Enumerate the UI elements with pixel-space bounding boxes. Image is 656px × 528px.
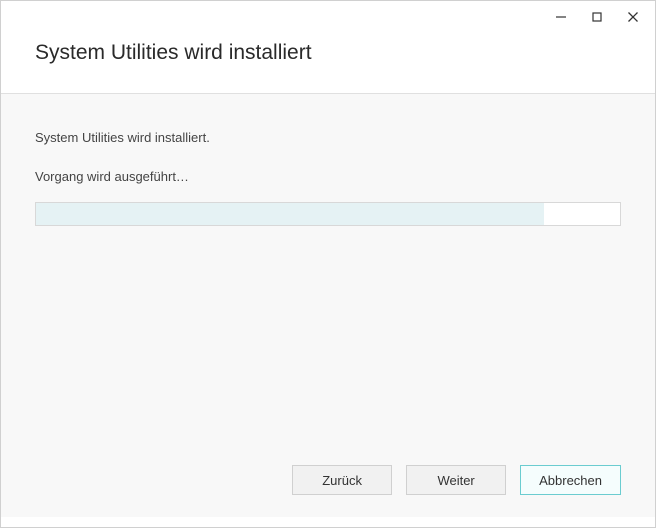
back-button[interactable]: Zurück [292, 465, 392, 495]
progress-bar [35, 202, 621, 226]
button-row: Zurück Weiter Abbrechen [292, 465, 621, 495]
wizard-header: System Utilities wird installiert [1, 33, 655, 93]
close-button[interactable] [619, 3, 647, 31]
page-title: System Utilities wird installiert [35, 41, 621, 65]
titlebar [1, 1, 655, 33]
status-text: System Utilities wird installiert. [35, 130, 621, 145]
close-icon [627, 11, 639, 23]
next-button[interactable]: Weiter [406, 465, 506, 495]
minimize-icon [555, 11, 567, 23]
minimize-button[interactable] [547, 3, 575, 31]
maximize-button[interactable] [583, 3, 611, 31]
progress-label: Vorgang wird ausgeführt… [35, 169, 621, 184]
content-area: System Utilities wird installiert. Vorga… [1, 93, 655, 517]
maximize-icon [591, 11, 603, 23]
progress-bar-fill [36, 203, 544, 225]
cancel-button[interactable]: Abbrechen [520, 465, 621, 495]
